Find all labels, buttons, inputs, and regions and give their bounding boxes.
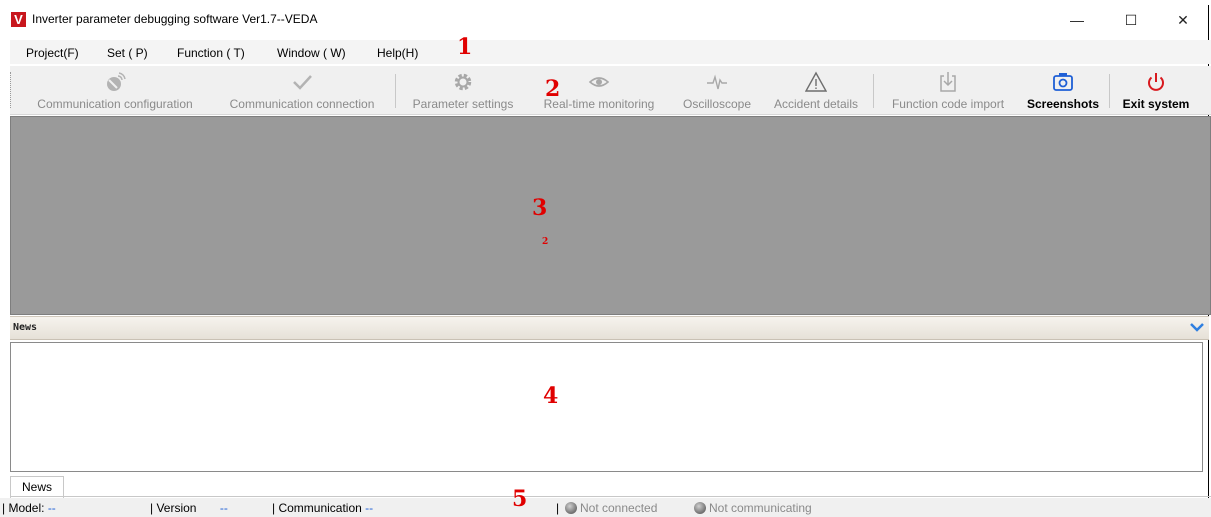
menu-set[interactable]: Set ( P): [107, 46, 148, 60]
checkmark-icon: [291, 70, 313, 94]
annotation-number: 5: [512, 486, 528, 512]
warning-triangle-icon: [805, 70, 827, 94]
waveform-icon: [706, 70, 728, 94]
parameter-settings-button[interactable]: Parameter settings: [401, 66, 525, 114]
close-button[interactable]: ✕: [1160, 6, 1206, 34]
news-panel-title: News: [13, 322, 38, 333]
maximize-button[interactable]: ☐: [1108, 6, 1154, 34]
chevron-down-icon[interactable]: [1189, 319, 1205, 335]
annotation-number: 4: [543, 383, 559, 409]
menu-window[interactable]: Window ( W): [277, 46, 346, 60]
communication-configuration-button[interactable]: Communication configuration: [20, 66, 210, 114]
eye-icon: [588, 70, 610, 94]
version-label: | Version: [150, 501, 197, 515]
main-workspace: [10, 116, 1211, 315]
communication-connection-label: Communication connection: [229, 97, 375, 111]
gear-icon: [452, 70, 474, 94]
import-icon: [937, 70, 959, 94]
accident-details-button[interactable]: Accident details: [764, 66, 868, 114]
news-message-area[interactable]: [10, 342, 1203, 472]
annotation-number: 3: [532, 195, 548, 221]
oscilloscope-label: Oscilloscope: [682, 97, 752, 111]
menu-bar: Project(F) Set ( P) Function ( T) Window…: [10, 40, 1211, 64]
model-value: --: [47, 501, 56, 515]
model-label: | Model:: [2, 501, 45, 515]
toolbar: Communication configuration Communicatio…: [10, 66, 1211, 115]
toolbar-grip[interactable]: [10, 72, 13, 108]
annotation-number: 2: [542, 237, 549, 247]
communication-connection-button[interactable]: Communication connection: [212, 66, 392, 114]
connection-status-label: Not connected: [580, 501, 658, 515]
window-title: Inverter parameter debugging software Ve…: [32, 12, 318, 26]
communication-value: --: [365, 501, 374, 515]
communication-label: | Communication: [272, 501, 362, 515]
menu-help[interactable]: Help(H): [377, 46, 418, 60]
parameter-settings-label: Parameter settings: [412, 97, 514, 111]
communication-configuration-label: Communication configuration: [37, 97, 193, 111]
toolbar-separator: [395, 74, 396, 108]
toolbar-separator: [873, 74, 874, 108]
status-bar: | Model: -- | Version -- | Communication…: [0, 498, 1211, 517]
camera-icon: [1052, 70, 1074, 94]
model-status: | Model: --: [2, 501, 56, 515]
exit-system-button[interactable]: Exit system: [1114, 66, 1198, 114]
news-panel-header: News: [10, 316, 1209, 340]
toolbar-separator: [1109, 74, 1110, 108]
tab-news[interactable]: News: [10, 476, 64, 498]
communicating-led-icon: [694, 502, 706, 514]
annotation-number: 2: [545, 76, 561, 102]
tab-strip-divider: [10, 496, 1211, 497]
connection-led-icon: [565, 502, 577, 514]
minimize-button[interactable]: —: [1054, 6, 1100, 34]
version-value: --: [219, 501, 228, 515]
connection-status: Not connected: [565, 501, 657, 515]
power-icon: [1145, 70, 1167, 94]
accident-details-label: Accident details: [773, 97, 859, 111]
function-code-import-label: Function code import: [891, 97, 1005, 111]
communicating-status: Not communicating: [694, 501, 812, 515]
version-status: | Version --: [150, 501, 228, 515]
app-logo-icon: V: [11, 12, 26, 27]
communicating-status-label: Not communicating: [709, 501, 812, 515]
exit-system-label: Exit system: [1122, 97, 1190, 111]
satellite-dish-icon: [104, 70, 126, 94]
function-code-import-button[interactable]: Function code import: [879, 66, 1017, 114]
status-separator: |: [556, 501, 560, 515]
screenshots-button[interactable]: Screenshots: [1020, 66, 1106, 114]
title-bar: V Inverter parameter debugging software …: [0, 0, 1211, 40]
menu-project[interactable]: Project(F): [26, 46, 79, 60]
menu-function[interactable]: Function ( T): [177, 46, 245, 60]
oscilloscope-button[interactable]: Oscilloscope: [672, 66, 762, 114]
communication-status: | Communication --: [272, 501, 373, 515]
screenshots-label: Screenshots: [1026, 97, 1100, 111]
annotation-number: 1: [457, 34, 473, 60]
